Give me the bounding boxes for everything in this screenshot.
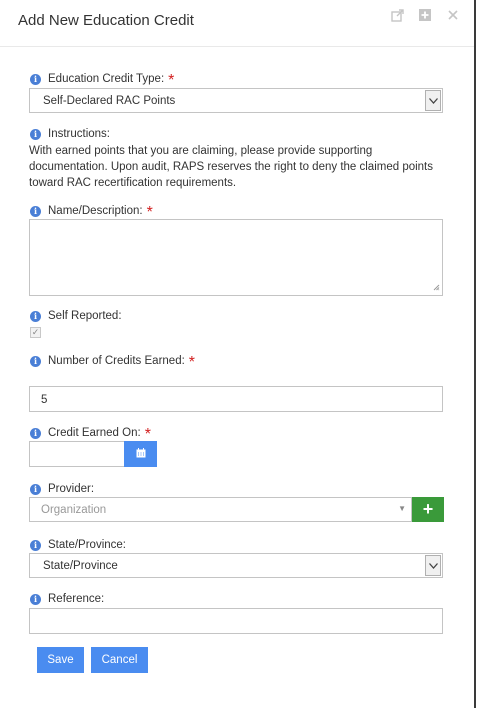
credit-earned-on-label: i Credit Earned On: * [30,426,151,443]
info-icon: i [30,355,41,367]
add-provider-button[interactable]: + [412,497,444,522]
self-reported-label: i Self Reported: [30,310,122,322]
provider-label: i Provider: [30,483,94,495]
info-icon: i [30,483,41,495]
required-marker: * [168,72,175,89]
external-link-icon[interactable] [390,8,404,22]
instructions-label: i Instructions: [30,128,110,140]
reference-input[interactable] [29,608,443,634]
required-marker: * [146,204,153,221]
instructions-text: With earned points that you are claiming… [29,145,434,189]
state-province-label: i State/Province: [30,539,126,551]
resize-handle-icon[interactable] [433,284,440,293]
credit-type-select[interactable]: Self-Declared RAC Points [29,88,443,113]
close-icon[interactable] [446,8,460,22]
caret-down-icon: ▼ [398,504,406,513]
self-reported-checkbox[interactable]: ✓ [30,327,41,338]
maximize-icon[interactable] [418,8,432,22]
info-icon: i [30,427,41,439]
state-province-select[interactable]: State/Province [29,553,443,578]
required-marker: * [144,426,151,443]
required-marker: * [188,354,196,371]
info-icon: i [30,205,41,217]
cancel-button[interactable]: Cancel [91,647,148,673]
name-description-label: i Name/Description: * [30,204,153,221]
save-button[interactable]: Save [37,647,84,673]
info-icon: i [30,593,41,605]
credit-earned-on-date-input[interactable] [29,441,125,467]
dialog-header: Add New Education Credit [0,0,474,47]
provider-select[interactable]: Organization ▼ [29,497,412,522]
credit-type-label: i Education Credit Type: * [30,72,175,89]
info-icon: i [30,73,41,85]
credits-earned-label: i Number of Credits Earned: * [30,354,196,371]
dialog-title: Add New Education Credit [18,12,194,29]
chevron-down-icon[interactable] [425,90,441,111]
info-icon: i [30,310,41,322]
info-icon: i [30,128,41,140]
name-description-textarea[interactable] [29,219,443,296]
education-credit-dialog: Add New Education Credit i Education Cre… [0,0,476,708]
credits-earned-input[interactable]: 5 [29,386,443,412]
calendar-button[interactable] [124,441,157,467]
info-icon: i [30,539,41,551]
chevron-down-icon[interactable] [425,555,441,576]
calendar-icon [136,445,146,463]
check-icon: ✓ [31,327,40,337]
reference-label: i Reference: [30,593,104,605]
